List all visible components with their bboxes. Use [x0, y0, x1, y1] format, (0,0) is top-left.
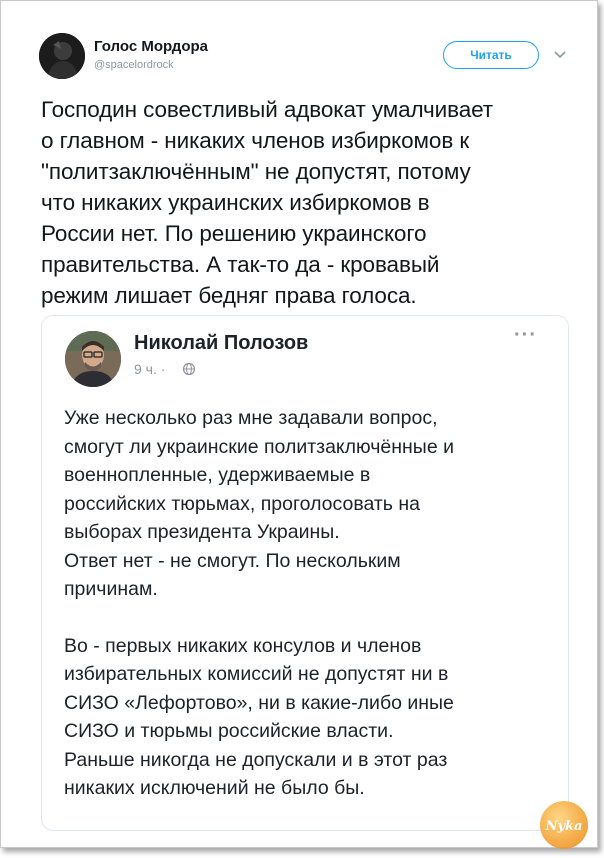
tweet-text: Господин совестливый адвокат умалчивает …	[41, 97, 494, 308]
globe-icon	[182, 362, 196, 376]
author-avatar[interactable]	[39, 33, 85, 79]
post-paragraph-2: Во - первых никаких консулов и членов из…	[64, 634, 454, 800]
watermark-logo: Nyka	[540, 801, 588, 849]
post-paragraph-1: Уже несколько раз мне задавали вопрос, с…	[64, 407, 454, 600]
quoted-author-avatar[interactable]	[65, 331, 121, 387]
quoted-post-body: Уже несколько раз мне задавали вопрос, с…	[64, 404, 554, 803]
quoted-author-name[interactable]: Николай Полозов	[134, 332, 308, 355]
author-name[interactable]: Голос Мордора	[94, 38, 208, 55]
follow-button[interactable]: Читать	[443, 41, 539, 69]
quoted-post-card[interactable]: Николай Полозов 9 ч. · ··· Уже несколько…	[41, 315, 569, 831]
svg-text:Nyka: Nyka	[545, 819, 583, 834]
screenshot-frame: Голос Мордора @spacelordrock Читать Госп…	[0, 0, 598, 849]
author-handle[interactable]: @spacelordrock	[94, 59, 174, 71]
post-timestamp[interactable]: 9 ч. ·	[134, 361, 165, 377]
more-options-icon[interactable]: ···	[514, 324, 537, 347]
chevron-down-icon[interactable]	[552, 46, 568, 62]
